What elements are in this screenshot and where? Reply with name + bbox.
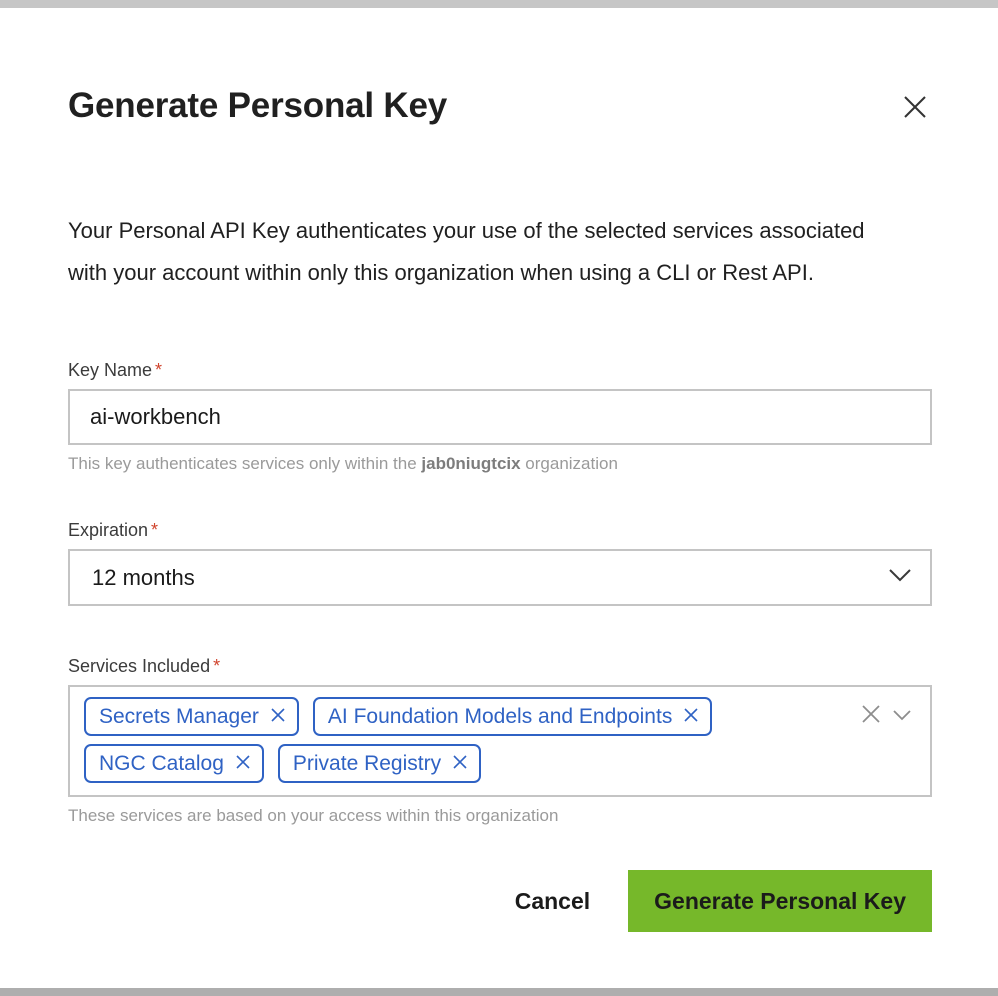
close-dialog-button[interactable]	[898, 90, 932, 124]
key-name-helper-text: This key authenticates services only wit…	[68, 454, 618, 473]
expiration-selected-value: 12 months	[92, 564, 195, 590]
key-name-label: Key Name *	[68, 360, 163, 380]
generate-personal-key-dialog: Generate Personal Key Your Personal API …	[0, 8, 998, 988]
page-title: Generate Personal Key	[68, 86, 448, 125]
service-chip-label: Secrets Manager	[99, 704, 259, 728]
dialog-footer: Cancel Generate Personal Key	[68, 870, 932, 932]
expiration-label: Expiration *	[68, 520, 159, 540]
service-chip-label: NGC Catalog	[99, 751, 224, 775]
service-chip-label: AI Foundation Models and Endpoints	[327, 704, 673, 728]
required-marker: *	[213, 656, 221, 676]
remove-service-chip-button[interactable]	[683, 705, 699, 729]
dialog-header: Generate Personal Key	[68, 86, 932, 142]
services-dropdown-toggle[interactable]	[892, 708, 912, 726]
services-field-group: Services Included * Secrets Manager AI F…	[68, 656, 932, 826]
remove-service-chip-button[interactable]	[270, 705, 286, 729]
dialog-description: Your Personal API Key authenticates your…	[68, 218, 865, 285]
window-bottom-bar	[0, 988, 998, 996]
services-multiselect-actions	[850, 697, 920, 730]
service-chip[interactable]: NGC Catalog	[84, 744, 264, 783]
close-icon	[860, 703, 882, 730]
chevron-down-icon	[888, 568, 912, 587]
expiration-field-group: Expiration * 12 months	[68, 520, 932, 606]
service-chip[interactable]: Private Registry	[277, 744, 482, 783]
services-label: Services Included *	[68, 656, 221, 676]
clear-all-services-button[interactable]	[860, 703, 882, 730]
generate-personal-key-button[interactable]: Generate Personal Key	[628, 870, 932, 932]
close-icon	[235, 752, 251, 776]
required-marker: *	[151, 520, 159, 540]
chevron-down-icon	[892, 708, 912, 726]
close-icon	[902, 94, 928, 120]
services-chip-list: Secrets Manager AI Foundation Models and…	[84, 697, 850, 783]
key-name-input[interactable]	[68, 389, 932, 445]
close-icon	[270, 705, 286, 729]
service-chip-label: Private Registry	[292, 751, 442, 775]
remove-service-chip-button[interactable]	[235, 752, 251, 776]
close-icon	[452, 752, 468, 776]
required-marker: *	[155, 360, 163, 380]
expiration-select[interactable]: 12 months	[68, 549, 932, 606]
cancel-button[interactable]: Cancel	[477, 870, 628, 932]
service-chip[interactable]: Secrets Manager	[84, 697, 299, 736]
window-top-bar	[0, 0, 998, 8]
organization-name: jab0niugtcix	[421, 454, 521, 473]
service-chip[interactable]: AI Foundation Models and Endpoints	[312, 697, 713, 736]
services-multiselect[interactable]: Secrets Manager AI Foundation Models and…	[68, 685, 932, 797]
services-helper-text: These services are based on your access …	[68, 806, 559, 825]
remove-service-chip-button[interactable]	[452, 752, 468, 776]
close-icon	[683, 705, 699, 729]
key-name-field-group: Key Name* This key authenticates service…	[68, 360, 932, 474]
